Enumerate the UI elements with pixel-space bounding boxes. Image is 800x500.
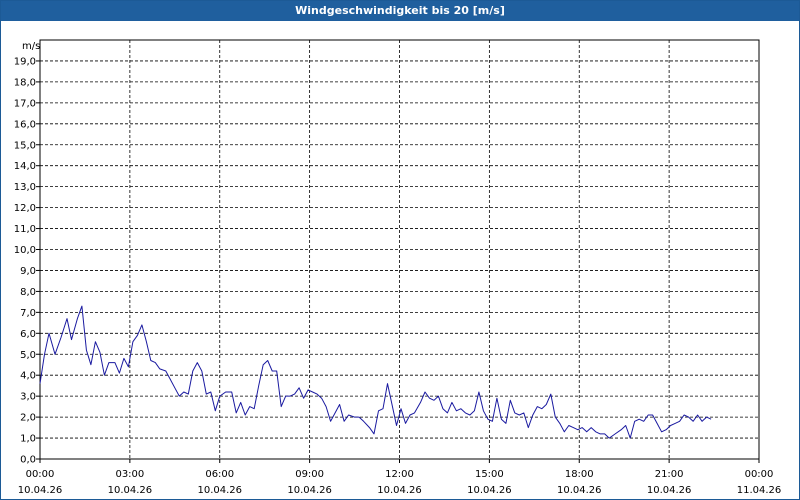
x-tick-time-label: 09:00	[295, 469, 324, 480]
x-tick-time-label: 15:00	[475, 469, 504, 480]
y-tick-label: 1,0	[20, 434, 36, 445]
y-tick-label: 13,0	[14, 182, 36, 193]
x-tick-time-label: 18:00	[565, 469, 594, 480]
x-tick-date-label: 10.04.26	[467, 485, 512, 496]
x-tick-date-label: 10.04.26	[18, 485, 63, 496]
x-tick-date-label: 10.04.26	[197, 485, 242, 496]
x-tick-time-label: 21:00	[655, 469, 684, 480]
y-axis-ticks: 0,0 1,0 2,0 3,0 4,0 5,0 6,0 7,0 8,0 9,0 10,0 11,0 12…	[14, 56, 40, 466]
y-tick-label: 4,0	[20, 371, 36, 382]
x-tick-time-label: 00:00	[26, 469, 55, 480]
series-line	[39, 305, 712, 439]
y-tick-label: 15,0	[14, 140, 36, 151]
y-tick-label: 5,0	[20, 350, 36, 361]
y-tick-label: 0,0	[20, 455, 36, 466]
y-tick-label: 12,0	[14, 203, 36, 214]
y-tick-label: 11,0	[14, 224, 36, 235]
y-tick-label: 8,0	[20, 287, 36, 298]
y-tick-label: 19,0	[14, 56, 36, 67]
x-tick-time-label: 06:00	[205, 469, 234, 480]
x-tick-time-label: 03:00	[115, 469, 144, 480]
y-tick-label: 6,0	[20, 329, 36, 340]
y-tick-label: 9,0	[20, 266, 36, 277]
x-tick-date-label: 10.04.26	[108, 485, 153, 496]
y-tick-label: 17,0	[14, 98, 36, 109]
x-tick-date-label: 10.04.26	[377, 485, 422, 496]
grid-lines	[40, 40, 759, 459]
y-tick-label: 16,0	[14, 119, 36, 130]
y-tick-label: 7,0	[20, 308, 36, 319]
x-tick-date-label: 11.04.26	[737, 485, 782, 496]
x-axis-ticks: 00:00 10.04.26 03:00 10.04.26 06:00 10.04.26 0…	[18, 459, 782, 496]
y-tick-label: 10,0	[14, 245, 36, 256]
wind-speed-chart: m/s 0,0 1,0 2,0 3,0 4,0 5,0 6,0 7,0 8,0 9,0 10,0 11…	[14, 39, 782, 496]
y-tick-label: 18,0	[14, 77, 36, 88]
x-tick-date-label: 10.04.26	[647, 485, 692, 496]
x-tick-time-label: 00:00	[745, 469, 774, 480]
x-tick-date-label: 10.04.26	[557, 485, 602, 496]
series-layer	[39, 305, 712, 439]
y-tick-label: 14,0	[14, 161, 36, 172]
x-tick-date-label: 10.04.26	[287, 485, 332, 496]
y-tick-label: 3,0	[20, 392, 36, 403]
x-tick-time-label: 12:00	[385, 469, 414, 480]
y-tick-label: 2,0	[20, 413, 36, 424]
y-axis-unit-label: m/s	[22, 41, 40, 52]
